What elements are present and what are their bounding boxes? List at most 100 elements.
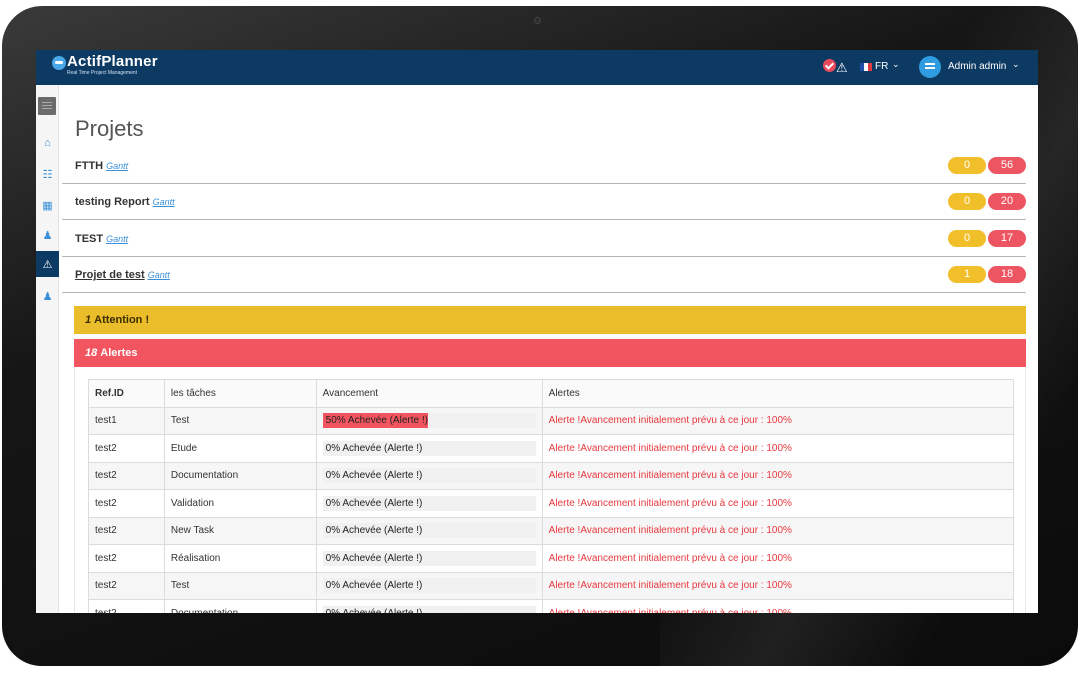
attention-panel-header[interactable]: 1 Attention !: [74, 306, 1026, 334]
alert-cell: Alerte !Avancement initialement prévu à …: [541, 434, 1015, 463]
user-icon[interactable]: ♟: [36, 283, 59, 309]
progress-cell: 0% Achevée (Alerte !): [315, 571, 543, 600]
chevron-down-icon[interactable]: ⌄: [892, 59, 900, 70]
progress-bar: 0% Achevée (Alerte !): [322, 605, 536, 613]
calendar-icon[interactable]: ▦: [36, 192, 59, 218]
ref-id-cell: test2: [88, 544, 165, 573]
table-row[interactable]: test2 Test 0% Achevée (Alerte !) Alerte !Av…: [88, 571, 1015, 600]
alerts-panel-header[interactable]: 18 Alertes: [74, 339, 1026, 367]
ref-id-cell: test1: [88, 406, 165, 435]
progress-bar: 0% Achevée (Alerte !): [322, 468, 536, 484]
project-name[interactable]: TEST Gantt: [75, 233, 128, 245]
alert-cell: Alerte !Avancement initialement prévu à …: [541, 489, 1015, 518]
project-row[interactable]: TEST Gantt 0 17: [62, 220, 1026, 257]
ref-id-cell: test2: [88, 461, 165, 490]
gantt-link[interactable]: Gantt: [106, 234, 128, 244]
table-row[interactable]: test2Documentation 0% Achevée (Alerte !) A…: [88, 461, 1015, 490]
project-row[interactable]: FTTH Gantt 0 56: [62, 147, 1026, 184]
gantt-link[interactable]: Gantt: [153, 197, 175, 207]
logo-subtitle: Real Time Project Management: [67, 70, 138, 76]
attention-badge: 0: [948, 157, 986, 174]
avatar[interactable]: [919, 56, 941, 78]
language-selector[interactable]: FR: [875, 61, 888, 72]
alerts-label: Alertes: [100, 347, 138, 359]
alert-badge: 18: [988, 266, 1026, 283]
attention-badge: 1: [948, 266, 986, 283]
project-row[interactable]: testing Report Gantt 0 20: [62, 183, 1026, 220]
home-icon[interactable]: ⌂: [36, 130, 59, 156]
user-menu[interactable]: Admin admin: [948, 61, 1006, 72]
alert-badge: 20: [988, 193, 1026, 210]
attention-badge: 0: [948, 230, 986, 247]
progress-bar: 0% Achevée (Alerte !): [322, 578, 536, 594]
alert-cell: Alerte !Avancement initialement prévu à …: [541, 544, 1015, 573]
progress-label: 0% Achevée (Alerte !): [325, 552, 423, 564]
task-cell: New Task: [163, 516, 317, 545]
progress-cell: 0% Achevée (Alerte !): [315, 599, 543, 613]
column-header: Alertes: [541, 379, 1015, 408]
tablet-frame: ActifPlanner Real Time Project Managemen…: [0, 0, 1080, 675]
app-screen: ActifPlanner Real Time Project Managemen…: [36, 50, 1038, 613]
project-row[interactable]: Projet de test Gantt 1 18: [62, 256, 1026, 293]
alert-cell: Alerte !Avancement initialement prévu à …: [541, 599, 1015, 613]
progress-bar: 0% Achevée (Alerte !): [322, 495, 536, 511]
alert-cell: Alerte !Avancement initialement prévu à …: [541, 516, 1015, 545]
progress-bar: 0% Achevée (Alerte !): [322, 440, 536, 456]
warning-icon[interactable]: ⚠: [36, 251, 59, 277]
logo-text: ActifPlanner: [67, 53, 158, 70]
gantt-link[interactable]: Gantt: [106, 161, 128, 171]
attention-count: 1: [85, 314, 92, 326]
progress-cell: 0% Achevée (Alerte !): [315, 489, 543, 518]
column-header: Ref.ID: [88, 379, 165, 408]
alert-cell: Alerte !Avancement initialement prévu à …: [541, 571, 1015, 600]
alert-cell: Alerte !Avancement initialement prévu à …: [541, 406, 1015, 435]
progress-bar: 0% Achevée (Alerte !): [322, 523, 536, 539]
menu-toggle-button[interactable]: [38, 97, 56, 115]
sitemap-icon[interactable]: ☷: [36, 161, 59, 187]
project-name[interactable]: FTTH Gantt: [75, 160, 128, 172]
task-cell: Etude: [163, 434, 317, 463]
progress-label: 0% Achevée (Alerte !): [325, 580, 423, 592]
table-row[interactable]: test2 New Task 0% Achevée (Alerte !) Alerte…: [88, 516, 1015, 545]
user-icon[interactable]: ♟: [36, 222, 59, 248]
progress-bar: 0% Achevée (Alerte !): [322, 550, 536, 566]
progress-label: 0% Achevée (Alerte !): [325, 525, 423, 537]
progress-cell: 0% Achevée (Alerte !): [315, 544, 543, 573]
progress-label: 50% Achevée (Alerte !): [325, 415, 428, 427]
ref-id-cell: test2: [88, 434, 165, 463]
project-name[interactable]: Projet de test Gantt: [75, 269, 170, 281]
alerts-count: 18: [85, 347, 98, 359]
project-name[interactable]: testing Report Gantt: [75, 196, 175, 208]
ref-id-cell: test2: [88, 516, 165, 545]
alert-cell: Alerte !Avancement initialement prévu à …: [541, 461, 1015, 490]
progress-cell: 0% Achevée (Alerte !): [315, 434, 543, 463]
ref-id-cell: test2: [88, 489, 165, 518]
table-row[interactable]: test1 Test 50% Achevée (Alerte !) Alerte !A…: [88, 406, 1015, 435]
task-cell: Validation: [163, 489, 317, 518]
attention-badge: 0: [948, 193, 986, 210]
page-title: Projets: [75, 116, 144, 141]
check-circle-icon[interactable]: [823, 59, 836, 72]
flag-fr-icon[interactable]: [860, 63, 872, 71]
warning-icon[interactable]: ⚠: [836, 61, 848, 74]
progress-cell: 0% Achevée (Alerte !): [315, 516, 543, 545]
progress-label: 0% Achevée (Alerte !): [326, 608, 423, 613]
sidebar: ⌂ ☷ ▦ ♟ ⚠ ♟: [36, 85, 59, 613]
progress-cell: 50% Achevée (Alerte !): [315, 406, 543, 435]
table-row[interactable]: test2 Validation 0% Achevée (Alerte !) Aler…: [88, 489, 1015, 518]
progress-bar: 50% Achevée (Alerte !): [322, 413, 536, 429]
progress-label: 0% Achevée (Alerte !): [325, 470, 423, 482]
alert-badge: 56: [988, 157, 1026, 174]
table-row[interactable]: test2 Réalisation 0% Achevée (Alerte !) Ale…: [88, 544, 1015, 573]
column-header: les tâches: [163, 379, 317, 408]
table-row[interactable]: test2Documentation 0% Achevée (Alerte !) A…: [88, 599, 1015, 613]
chevron-down-icon[interactable]: ⌄: [1012, 59, 1020, 70]
ref-id-cell: test2: [88, 571, 165, 600]
task-cell: Test: [163, 571, 317, 600]
gantt-link[interactable]: Gantt: [148, 270, 170, 280]
task-cell: Test: [163, 406, 317, 435]
top-navbar: ActifPlanner Real Time Project Managemen…: [36, 50, 1038, 85]
table-row[interactable]: test2 Etude 0% Achevée (Alerte !) Alerte !A…: [88, 434, 1015, 463]
camera-dot: [534, 17, 541, 24]
alerts-table: Ref.ID les tâches Avancement Alertes tes…: [88, 379, 1015, 613]
